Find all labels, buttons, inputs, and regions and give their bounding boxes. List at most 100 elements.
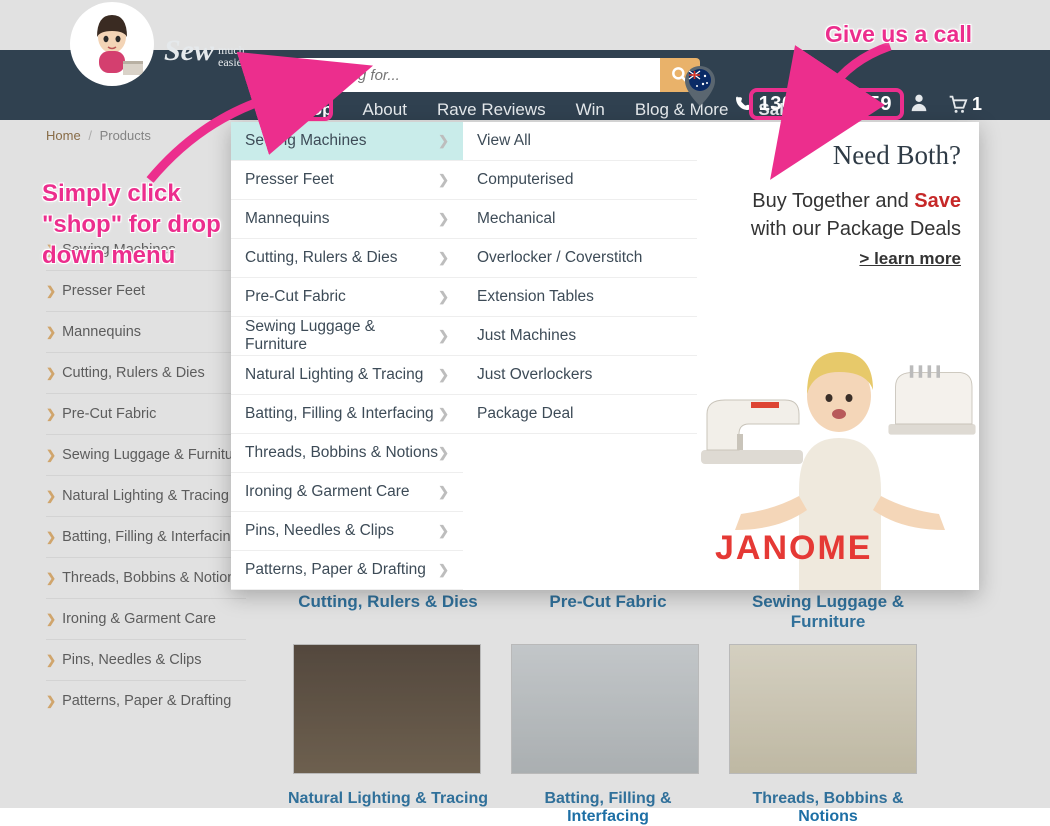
- mega-item-label: Cutting, Rulers & Dies: [245, 249, 397, 267]
- logo-avatar: [70, 2, 154, 86]
- mega-item[interactable]: Patterns, Paper & Drafting ❯: [231, 551, 463, 590]
- mega-subitem[interactable]: Computerised: [463, 161, 697, 200]
- chevron-right-icon: ❯: [438, 367, 449, 383]
- sidebar-item-label: Cutting, Rulers & Dies: [62, 365, 205, 381]
- chevron-right-icon: ❯: [46, 612, 56, 626]
- search-input[interactable]: [283, 58, 660, 92]
- mega-subitem[interactable]: Just Machines: [463, 317, 697, 356]
- sidebar-item[interactable]: ❯ Cutting, Rulers & Dies: [46, 352, 246, 393]
- sidebar-item-label: Mannequins: [62, 324, 141, 340]
- sidebar-item[interactable]: ❯Threads, Bobbins & Notions: [46, 557, 246, 598]
- phone-text: 1300 88 11 59: [759, 93, 892, 116]
- mega-item[interactable]: Sewing Machines❯: [231, 122, 463, 161]
- mega-subitem[interactable]: Extension Tables: [463, 278, 697, 317]
- chevron-right-icon: ❯: [438, 211, 449, 227]
- chevron-right-icon: ❯: [46, 366, 56, 380]
- mega-subitem[interactable]: View All: [463, 122, 697, 161]
- mega-subitem-label: Just Overlockers: [477, 366, 592, 384]
- mega-item[interactable]: Sewing Luggage & Furniture❯: [231, 317, 463, 356]
- mega-item[interactable]: Ironing & Garment Care❯: [231, 473, 463, 512]
- sidebar-item[interactable]: ❯ Presser Feet: [46, 270, 246, 311]
- card-thumb[interactable]: [511, 644, 699, 774]
- mega-subitem[interactable]: Package Deal: [463, 395, 697, 434]
- card-link[interactable]: Natural Lighting & Tracing: [288, 790, 488, 826]
- mega-item-label: Patterns, Paper & Drafting: [245, 561, 426, 579]
- mega-item[interactable]: Natural Lighting & Tracing ❯: [231, 356, 463, 395]
- chevron-right-icon: ❯: [46, 284, 56, 298]
- mega-item[interactable]: Cutting, Rulers & Dies❯: [231, 239, 463, 278]
- mega-subitem-label: Extension Tables: [477, 288, 594, 306]
- breadcrumb-sep: /: [88, 128, 92, 143]
- card-thumb[interactable]: [729, 644, 917, 774]
- cart[interactable]: 1: [946, 93, 982, 115]
- sidebar-item-label: Pins, Needles & Clips: [62, 652, 201, 668]
- mega-item[interactable]: Batting, Filling & Interfacing❯: [231, 395, 463, 434]
- card-link[interactable]: Sewing Luggage & Furniture: [728, 592, 928, 632]
- promo-learn-more[interactable]: > learn more: [715, 249, 961, 269]
- promo-image: JANOME: [697, 330, 979, 590]
- search-bar: [283, 58, 700, 92]
- mega-item-label: Pre-Cut Fabric: [245, 288, 346, 306]
- mega-item-label: Sewing Machines: [245, 132, 366, 150]
- sidebar-item-label: Presser Feet: [62, 283, 145, 299]
- breadcrumb: Home / Products: [46, 128, 151, 143]
- sidebar-item[interactable]: ❯ Pre-Cut Fabric: [46, 393, 246, 434]
- chevron-right-icon: ❯: [46, 571, 56, 585]
- sidebar-item-label: Natural Lighting & Tracing: [62, 488, 229, 504]
- mega-subitem-label: Mechanical: [477, 210, 555, 228]
- sidebar-item[interactable]: ❯Batting, Filling & Interfacing: [46, 516, 246, 557]
- mega-item[interactable]: Mannequins ❯: [231, 200, 463, 239]
- sidebar-item[interactable]: ❯ Pins, Needles & Clips: [46, 639, 246, 680]
- chevron-right-icon: ❯: [438, 406, 449, 422]
- mega-item-label: Pins, Needles & Clips: [245, 522, 394, 540]
- product-row2-titles: Natural Lighting & Tracing Batting, Fill…: [288, 790, 928, 826]
- locale-pin[interactable]: [683, 64, 717, 108]
- mega-col2: View AllComputerised Mechanical Overlocker…: [463, 122, 697, 590]
- logo[interactable]: Sewmucheasier: [70, 2, 246, 86]
- mega-item[interactable]: Pins, Needles & Clips ❯: [231, 512, 463, 551]
- header-right: 1300 88 11 59 1: [683, 56, 982, 116]
- sidebar-item[interactable]: ❯Patterns, Paper & Drafting: [46, 680, 246, 721]
- mega-subitem[interactable]: Just Overlockers: [463, 356, 697, 395]
- chevron-right-icon: ❯: [438, 523, 449, 539]
- mega-subitem[interactable]: Mechanical: [463, 200, 697, 239]
- chevron-right-icon: ❯: [438, 289, 449, 305]
- card-link[interactable]: Threads, Bobbins & Notions: [728, 790, 928, 826]
- card-thumb[interactable]: [293, 644, 481, 774]
- mega-item[interactable]: Presser Feet❯: [231, 161, 463, 200]
- card-link[interactable]: Batting, Filling & Interfacing: [508, 790, 708, 826]
- sidebar-item[interactable]: ❯ Mannequins: [46, 311, 246, 352]
- chevron-right-icon: ❯: [46, 653, 56, 667]
- mega-item-label: Sewing Luggage & Furniture: [245, 318, 438, 354]
- sidebar-item[interactable]: ❯Sewing Luggage & Furniture: [46, 434, 246, 475]
- phone-icon: [733, 95, 751, 113]
- sidebar-item[interactable]: ❯ Ironing & Garment Care: [46, 598, 246, 639]
- product-row2: [293, 644, 917, 774]
- mega-subitem[interactable]: Overlocker / Coverstitch: [463, 239, 697, 278]
- chevron-right-icon: ❯: [438, 172, 449, 188]
- chevron-right-icon: ❯: [46, 325, 56, 339]
- phone-number[interactable]: 1300 88 11 59: [733, 93, 892, 116]
- sidebar-categories: ❯Sewing Machines❯Presser Feet❯Mannequins…: [46, 230, 246, 721]
- mega-item-label: Batting, Filling & Interfacing: [245, 405, 434, 423]
- sidebar-item[interactable]: ❯Sewing Machines: [46, 230, 246, 270]
- chevron-right-icon: ❯: [46, 407, 56, 421]
- mega-item[interactable]: Threads, Bobbins & Notions❯: [231, 434, 463, 473]
- chevron-right-icon: ❯: [438, 562, 449, 578]
- promo-heading: Need Both?: [715, 140, 961, 171]
- chevron-right-icon: ❯: [46, 694, 56, 708]
- card-link[interactable]: Cutting, Rulers & Dies: [288, 592, 488, 632]
- sidebar-item-label: Pre-Cut Fabric: [62, 406, 156, 422]
- mega-item-label: Natural Lighting & Tracing: [245, 366, 423, 384]
- mega-item-label: Threads, Bobbins & Notions: [245, 444, 438, 462]
- account-icon[interactable]: [908, 91, 930, 118]
- sidebar-item[interactable]: ❯Natural Lighting & Tracing: [46, 475, 246, 516]
- mega-item-label: Mannequins: [245, 210, 329, 228]
- chevron-right-icon: ❯: [46, 448, 56, 462]
- sidebar-item-label: Ironing & Garment Care: [62, 611, 216, 627]
- mega-item[interactable]: Pre-Cut Fabric ❯: [231, 278, 463, 317]
- card-link[interactable]: Pre-Cut Fabric: [508, 592, 708, 632]
- sidebar-item-label: Batting, Filling & Interfacing: [62, 529, 239, 545]
- chevron-right-icon: ❯: [46, 243, 56, 257]
- breadcrumb-home[interactable]: Home: [46, 128, 81, 143]
